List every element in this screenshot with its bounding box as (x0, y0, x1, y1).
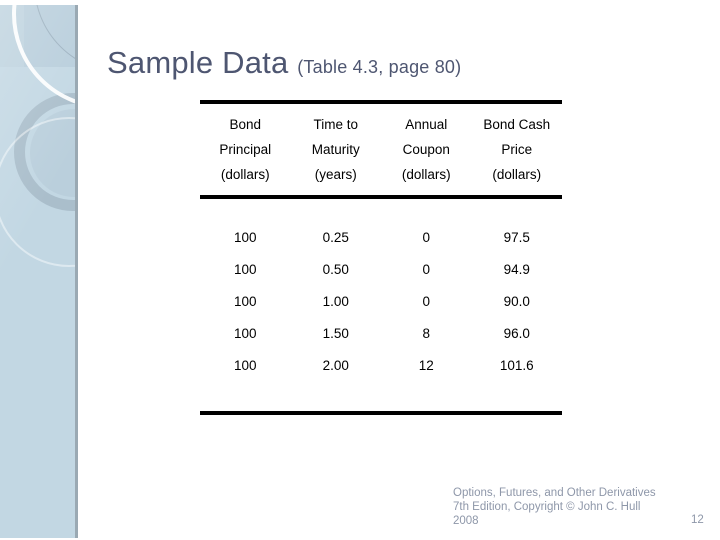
table-cell: 90.0 (503, 293, 530, 309)
header-line-2: Principal (219, 142, 272, 157)
spacer-cell (200, 381, 562, 411)
table-cell: 1.50 (322, 325, 349, 341)
sample-data-table: Bond Principal (dollars) Time to Maturit… (200, 100, 562, 415)
table-cell: 100 (233, 229, 257, 245)
table-cell: 12 (418, 357, 434, 373)
page-number: 12 (691, 514, 704, 526)
table-row: 100 2.00 12 101.6 (200, 349, 562, 381)
table-cell: 100 (233, 357, 257, 373)
decorative-sidebar-band (0, 5, 78, 538)
table-body-section: 100 0.25 0 97.5 100 0.50 0 94.9 100 1.00 0 90.0 100 1… (200, 199, 562, 411)
table-cell: 100 (233, 261, 257, 277)
table-cell: 94.9 (503, 261, 530, 277)
header-line-3: (dollars) (492, 167, 542, 182)
table-cell: 0 (422, 229, 430, 245)
header-line-1: Time to (313, 117, 358, 132)
table-row: 100 1.50 8 96.0 (200, 317, 562, 349)
page-title: Sample Data (Table 4.3, page 80) (107, 45, 461, 81)
table-body-spacer-bottom (200, 381, 562, 411)
table-cell: 96.0 (503, 325, 530, 341)
table-rule-bottom (200, 411, 562, 415)
table-row: 100 0.50 0 94.9 (200, 253, 562, 285)
sidebar-sheen (0, 5, 75, 538)
table-cell: 0.50 (322, 261, 349, 277)
header-line-3: (dollars) (401, 167, 451, 182)
header-line-2: Maturity (311, 142, 360, 157)
spacer-cell (200, 199, 562, 221)
table-cell: 100 (233, 325, 257, 341)
column-header-annual-coupon: Annual Coupon (dollars) (381, 104, 472, 195)
header-line-1: Annual (405, 117, 448, 132)
column-header-time-to-maturity: Time to Maturity (years) (291, 104, 382, 195)
table-header-row: Bond Principal (dollars) Time to Maturit… (200, 104, 562, 195)
header-line-1: Bond (229, 117, 262, 132)
table-cell: 100 (233, 293, 257, 309)
table-header-section: Bond Principal (dollars) Time to Maturit… (200, 104, 562, 195)
table-cell: 101.6 (499, 357, 534, 373)
header-line-3: (dollars) (220, 167, 270, 182)
table-cell: 0.25 (322, 229, 349, 245)
column-header-bond-principal: Bond Principal (dollars) (200, 104, 291, 195)
table-cell: 0 (422, 261, 430, 277)
table-cell: 1.00 (322, 293, 349, 309)
table-cell: 0 (422, 293, 430, 309)
table-cell: 2.00 (322, 357, 349, 373)
header-line-1: Bond Cash (483, 117, 551, 132)
header-line-2: Price (501, 142, 533, 157)
column-header-bond-cash-price: Bond Cash Price (dollars) (472, 104, 563, 195)
footer-credit: Options, Futures, and Other Derivatives … (453, 487, 656, 527)
table-cell: 97.5 (503, 229, 530, 245)
table-row: 100 1.00 0 90.0 (200, 285, 562, 317)
table-cell: 8 (422, 325, 430, 341)
header-line-2: Coupon (402, 142, 450, 157)
page-title-main: Sample Data (107, 45, 298, 80)
header-line-3: (years) (314, 167, 357, 182)
table-body-spacer-top (200, 199, 562, 221)
table-row: 100 0.25 0 97.5 (200, 221, 562, 253)
page-title-subtitle: (Table 4.3, page 80) (297, 57, 462, 77)
